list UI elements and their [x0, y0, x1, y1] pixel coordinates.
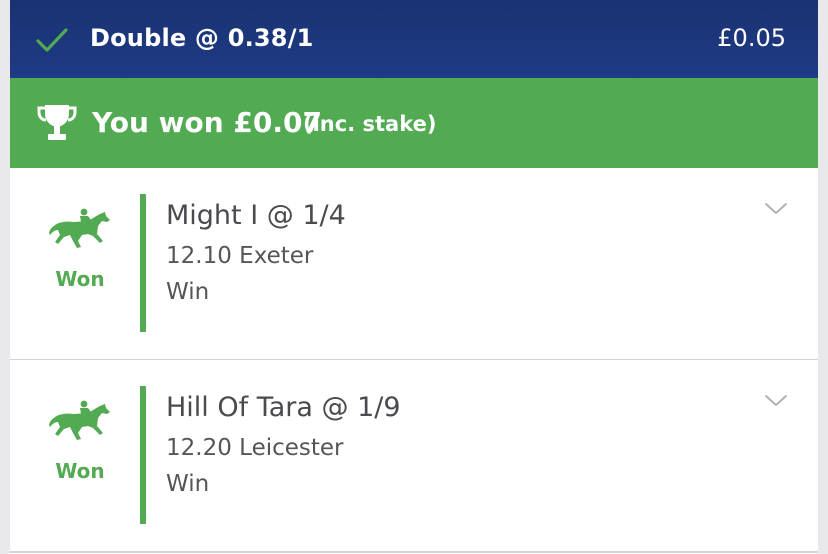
check-icon — [36, 28, 68, 52]
chevron-down-icon[interactable] — [764, 202, 788, 216]
race-info: 12.10 Exeter — [166, 243, 314, 269]
winnings-banner: You won £0.07 (inc. stake) — [10, 78, 818, 168]
bet-stake: £0.05 — [717, 24, 786, 52]
market-type: Win — [166, 471, 210, 497]
winnings-amount: You won £0.07 — [92, 106, 322, 139]
selection-row[interactable]: Won Might I @ 1/4 12.10 Exeter Win — [10, 168, 818, 361]
runner-name: Might I @ 1/4 — [166, 200, 346, 231]
market-type: Win — [166, 279, 210, 305]
runner-name: Hill Of Tara @ 1/9 — [166, 392, 401, 423]
race-info: 12.20 Leicester — [166, 435, 344, 461]
chevron-down-icon[interactable] — [764, 394, 788, 408]
bet-header[interactable]: Double @ 0.38/1 £0.05 — [10, 0, 818, 78]
selection-row[interactable]: Won Hill Of Tara @ 1/9 12.20 Leicester W… — [10, 360, 818, 553]
result-divider — [140, 194, 146, 332]
selection-status: Won — [55, 267, 105, 291]
trophy-icon — [37, 105, 77, 140]
bet-card: Double @ 0.38/1 £0.05 You won £0.07 (inc… — [10, 0, 818, 554]
result-divider — [140, 386, 146, 524]
horse-racing-icon — [49, 208, 110, 248]
horse-racing-icon — [49, 400, 110, 440]
selection-status: Won — [55, 459, 105, 483]
bet-title: Double @ 0.38/1 — [90, 24, 314, 52]
winnings-note: (inc. stake) — [303, 112, 437, 136]
